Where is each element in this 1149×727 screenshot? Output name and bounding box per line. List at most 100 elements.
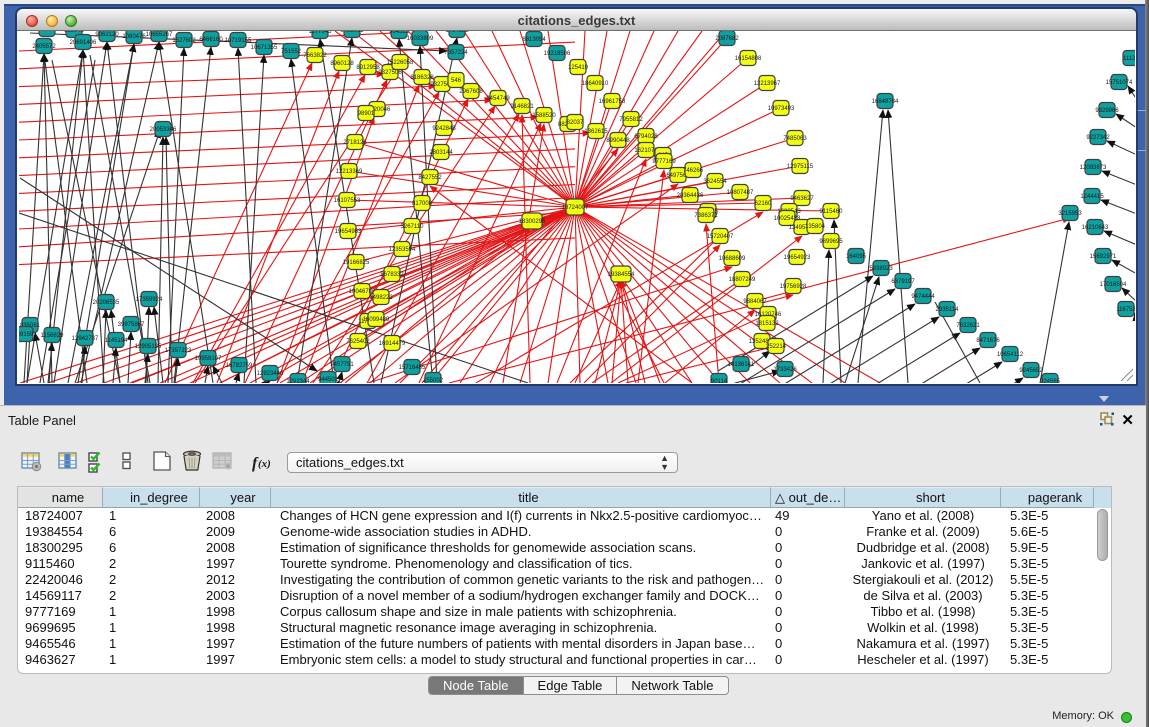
svg-text:18807249: 18807249 [729,277,756,283]
svg-text:18724007: 18724007 [562,205,589,211]
svg-text:7485063: 7485063 [783,136,807,142]
svg-text:9146821: 9146821 [510,104,534,110]
svg-text:2718126: 2718126 [343,140,367,146]
svg-text:10719155: 10719155 [225,38,252,44]
svg-text:546: 546 [451,78,462,84]
svg-text:9115460: 9115460 [820,209,844,215]
svg-text:9245652: 9245652 [1019,368,1043,374]
svg-text:2405572: 2405572 [32,44,56,50]
svg-text:19218506: 19218506 [544,51,571,57]
svg-text:12213967: 12213967 [754,81,781,87]
svg-text:8186328: 8186328 [410,75,434,81]
svg-text:1362615: 1362615 [584,129,608,135]
svg-text:12093873: 12093873 [1080,165,1107,171]
svg-text:19166825: 19166825 [343,260,370,266]
svg-text:16961758: 16961758 [599,99,626,105]
svg-text:20364436: 20364436 [677,193,704,199]
svg-text:39159: 39159 [19,332,34,338]
svg-text:12213369: 12213369 [336,169,363,175]
svg-text:9457791: 9457791 [330,362,354,368]
svg-text:19654923: 19654923 [784,255,811,261]
svg-text:10958107: 10958107 [195,356,222,362]
svg-text:15720407: 15720407 [707,234,734,240]
svg-text:9227342: 9227342 [1086,135,1110,141]
svg-text:16914479: 16914479 [379,341,406,347]
svg-text:12975115: 12975115 [787,164,814,170]
svg-text:8912958: 8912958 [356,65,380,71]
svg-text:746266: 746266 [683,168,704,174]
svg-text:1244415: 1244415 [1080,194,1104,200]
svg-text:8960128: 8960128 [330,61,354,67]
svg-text:16099489: 16099489 [363,317,390,323]
svg-text:8471676: 8471676 [976,338,1000,344]
svg-text:116753: 116753 [1116,307,1135,313]
svg-text:12353594: 12353594 [389,247,416,253]
svg-text:98901: 98901 [358,111,375,117]
svg-text:6379197: 6379197 [891,279,915,285]
svg-text:5938923: 5938923 [869,266,893,272]
svg-text:16782759: 16782759 [226,363,253,369]
svg-text:16210643: 16210643 [1082,225,1109,231]
svg-text:12923446: 12923446 [257,371,284,377]
svg-text:90114: 90114 [711,379,728,383]
svg-text:17357223: 17357223 [165,348,192,354]
svg-text:164095: 164095 [846,254,867,260]
svg-text:15692971: 15692971 [1090,254,1117,260]
svg-text:188045: 188045 [64,31,85,34]
svg-text:1588520: 1588520 [532,113,556,119]
svg-text:18300295: 18300295 [519,219,546,225]
svg-text:252214: 252214 [766,344,787,350]
svg-text:7955812: 7955812 [619,117,643,123]
svg-text:1815132: 1815132 [755,321,779,327]
svg-text:944501: 944501 [318,377,339,383]
svg-text:82037: 82037 [567,120,584,126]
svg-text:39975867: 39975867 [118,322,145,328]
svg-text:19756928: 19756928 [780,284,807,290]
svg-text:1156829: 1156829 [41,333,65,339]
svg-text:1733426: 1733426 [773,367,797,373]
svg-text:2087682: 2087682 [715,36,739,42]
svg-text:155002: 155002 [423,378,444,383]
svg-text:9474444: 9474444 [911,294,935,300]
svg-text:1080476: 1080476 [122,34,146,40]
svg-text:20206535: 20206535 [93,300,120,306]
svg-text:62160: 62160 [755,201,772,207]
svg-text:19654983: 19654983 [335,229,362,235]
svg-text:18640910: 18640910 [582,81,609,87]
svg-text:2803144: 2803144 [429,150,453,156]
svg-text:15226058: 15226058 [387,60,414,66]
svg-text:751552: 751552 [281,49,302,55]
svg-text:9463627: 9463627 [790,196,814,202]
svg-text:16154808: 16154808 [735,56,762,62]
svg-text:9327506: 9327506 [378,70,402,76]
svg-text:1145194: 1145194 [105,338,129,344]
svg-text:1177045: 1177045 [309,31,333,35]
svg-text:10973493: 10973493 [768,106,795,112]
svg-text:16033809: 16033809 [407,36,434,42]
svg-text:9329966: 9329966 [1095,108,1119,114]
svg-text:16107553: 16107553 [334,198,361,204]
svg-text:7663822: 7663822 [303,53,327,59]
svg-text:94052: 94052 [39,31,56,33]
svg-text:11122: 11122 [1123,56,1135,62]
svg-text:1498222: 1498222 [369,295,393,301]
svg-text:8427552: 8427552 [418,175,442,181]
svg-text:10654112: 10654112 [997,352,1024,358]
svg-text:9455011: 9455011 [341,31,365,34]
svg-text:135804: 135804 [805,224,826,230]
svg-text:16648784: 16648784 [872,99,899,105]
svg-text:8990448: 8990448 [606,138,630,144]
svg-text:(x): (x) [258,458,271,470]
svg-text:9884067: 9884067 [743,299,767,305]
svg-text:924565: 924565 [1040,379,1061,383]
svg-text:9062120: 9062120 [95,32,119,38]
svg-text:2935114: 2935114 [936,307,960,313]
svg-text:8454749: 8454749 [486,96,510,102]
svg-text:6794028: 6794028 [634,134,658,140]
svg-text:7386372: 7386372 [694,213,718,219]
svg-text:20053346: 20053346 [150,127,177,133]
svg-text:904522: 904522 [389,31,410,35]
svg-text:8678332: 8678332 [380,272,404,278]
svg-text:7632621: 7632621 [956,323,980,329]
svg-text:20691406: 20691406 [70,40,97,46]
